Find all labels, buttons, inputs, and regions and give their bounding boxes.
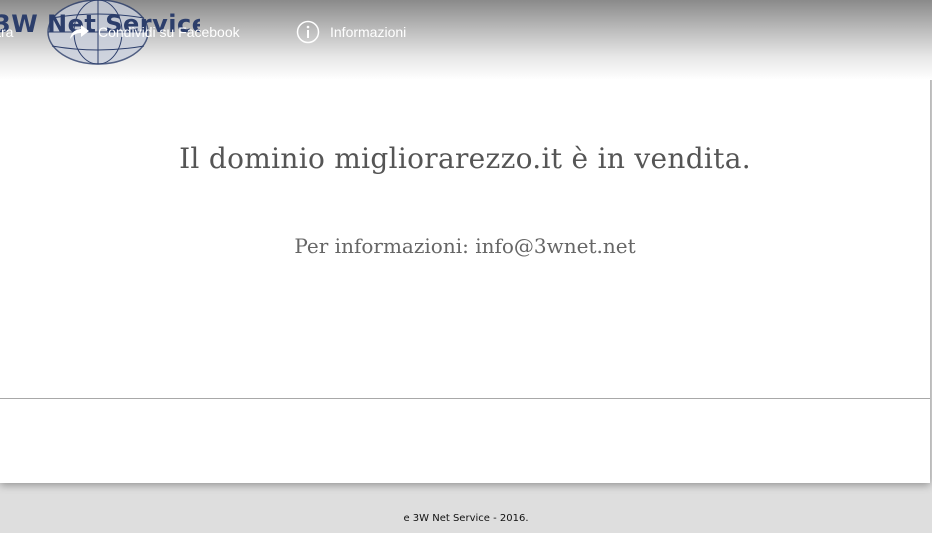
info-label: Informazioni	[330, 24, 407, 40]
nav-item-partial-label: itra	[0, 24, 14, 40]
page-title: Il dominio migliorarezzo.it è in vendita…	[179, 142, 751, 175]
info-link[interactable]: Informazioni	[296, 20, 407, 44]
share-facebook-label: Condividi su Facebook	[98, 24, 240, 40]
header-bar: 3W Net Service itra Condividi su Faceboo…	[0, 0, 932, 80]
footer-copyright: e 3W Net Service - 2016.	[403, 513, 529, 524]
contact-info: Per informazioni: info@3wnet.net	[294, 234, 636, 258]
divider	[0, 398, 930, 399]
content-card: 3W Net Service itra Condividi su Faceboo…	[0, 0, 932, 483]
info-circle-icon	[296, 20, 320, 44]
share-arrow-icon	[70, 25, 89, 39]
share-facebook-link[interactable]: Condividi su Facebook	[68, 21, 240, 43]
nav-item-partial[interactable]: itra	[0, 21, 13, 43]
